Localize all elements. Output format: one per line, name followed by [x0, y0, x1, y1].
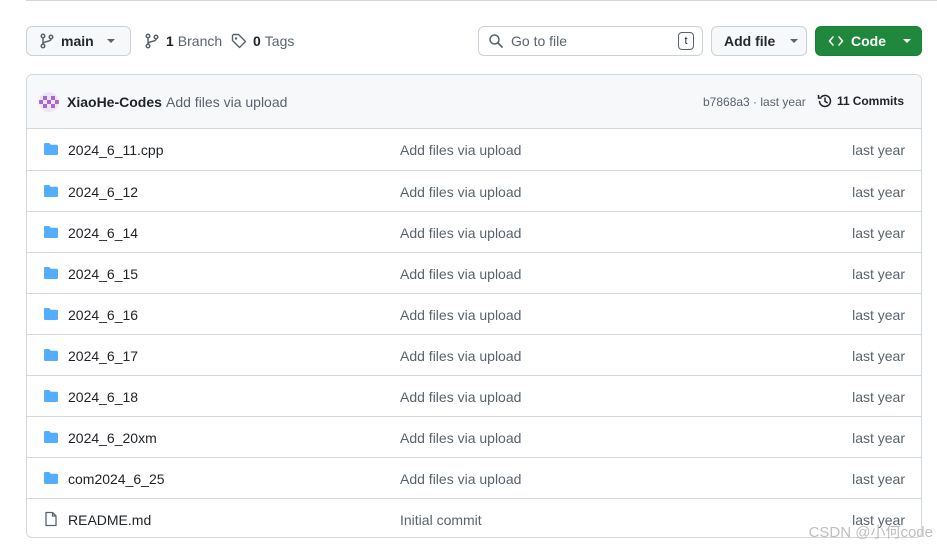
tags-count: 0 [253, 33, 261, 49]
file-commit-time: last year [852, 142, 905, 158]
file-browser: XiaoHe-Codes Add files via upload b7868a… [26, 74, 922, 538]
commit-author[interactable]: XiaoHe-Codes [67, 94, 162, 110]
folder-icon [43, 141, 59, 157]
code-brackets-icon [828, 33, 844, 49]
file-name-link[interactable]: 2024_6_11.cpp [68, 142, 164, 158]
repo-toolbar: main 1 Branch 0 Tags Go to file t Add fi… [26, 26, 922, 58]
go-to-file-placeholder: Go to file [511, 33, 568, 49]
file-row[interactable]: 2024_6_17 Add files via upload last year [27, 334, 921, 375]
file-commit-message[interactable]: Initial commit [400, 512, 482, 528]
file-commit-time: last year [852, 307, 905, 323]
file-commit-message[interactable]: Add files via upload [400, 266, 521, 282]
file-commit-time: last year [852, 471, 905, 487]
commit-message[interactable]: Add files via upload [166, 94, 287, 110]
commit-sha-time[interactable]: b7868a3 · last year [703, 95, 806, 109]
file-row[interactable]: 2024_6_18 Add files via upload last year [27, 375, 921, 416]
file-name-link[interactable]: 2024_6_15 [68, 266, 138, 282]
add-file-button[interactable]: Add file [711, 26, 807, 56]
file-name-link[interactable]: 2024_6_12 [68, 184, 138, 200]
file-list: 2024_6_11.cpp Add files via upload last ye… [27, 129, 921, 537]
file-commit-time: last year [852, 348, 905, 364]
file-commit-time: last year [852, 430, 905, 446]
file-row[interactable]: 2024_6_15 Add files via upload last year [27, 252, 921, 293]
file-name-link[interactable]: 2024_6_20xm [68, 430, 157, 446]
file-row[interactable]: com2024_6_25 Add files via upload last yea… [27, 457, 921, 498]
file-commit-message[interactable]: Add files via upload [400, 430, 521, 446]
file-row[interactable]: 2024_6_11.cpp Add files via upload last ye… [27, 129, 921, 170]
file-commit-time: last year [852, 266, 905, 282]
file-row[interactable]: 2024_6_12 Add files via upload last year [27, 170, 921, 211]
git-branch-icon [39, 33, 55, 49]
branches-link[interactable]: 1 Branch [144, 26, 222, 56]
folder-icon [43, 470, 59, 486]
file-commit-message[interactable]: Add files via upload [400, 184, 521, 200]
tag-icon [231, 33, 247, 49]
folder-icon [43, 306, 59, 322]
avatar[interactable] [39, 92, 59, 112]
folder-icon [43, 183, 59, 199]
file-commit-message[interactable]: Add files via upload [400, 348, 521, 364]
chevron-down-icon [106, 38, 116, 44]
file-commit-message[interactable]: Add files via upload [400, 225, 521, 241]
file-row[interactable]: README.md Initial commit last year [27, 498, 921, 537]
file-name-link[interactable]: com2024_6_25 [68, 471, 165, 487]
file-row[interactable]: 2024_6_16 Add files via upload last year [27, 293, 921, 334]
file-icon [43, 511, 59, 527]
top-divider [26, 0, 937, 1]
folder-icon [43, 224, 59, 240]
code-label: Code [851, 33, 886, 49]
chevron-down-icon [789, 38, 799, 44]
file-commit-message[interactable]: Add files via upload [400, 142, 521, 158]
branches-label: Branch [177, 33, 223, 49]
file-commit-time: last year [852, 389, 905, 405]
file-commit-time: last year [852, 184, 905, 200]
add-file-label: Add file [724, 33, 776, 49]
file-row[interactable]: 2024_6_14 Add files via upload last year [27, 211, 921, 252]
branch-selector-button[interactable]: main [26, 26, 131, 56]
tags-link[interactable]: 0 Tags [231, 26, 294, 56]
branches-count: 1 [166, 33, 174, 49]
file-commit-message[interactable]: Add files via upload [400, 307, 521, 323]
watermark: CSDN @小何code [808, 524, 933, 541]
commits-link[interactable]: 11 Commits [817, 93, 907, 109]
folder-icon [43, 265, 59, 281]
folder-icon [43, 429, 59, 445]
file-name-link[interactable]: 2024_6_14 [68, 225, 138, 241]
file-name-link[interactable]: 2024_6_18 [68, 389, 138, 405]
file-commit-time: last year [852, 225, 905, 241]
folder-icon [43, 388, 59, 404]
file-row[interactable]: 2024_6_20xm Add files via upload last year [27, 416, 921, 457]
file-name-link[interactable]: README.md [68, 512, 151, 528]
history-icon [817, 93, 833, 109]
commits-count: 11 [837, 94, 850, 108]
folder-icon [43, 347, 59, 363]
file-name-link[interactable]: 2024_6_16 [68, 307, 138, 323]
file-name-link[interactable]: 2024_6_17 [68, 348, 138, 364]
git-branch-icon [144, 33, 160, 49]
shortcut-key-hint: t [678, 32, 694, 50]
tags-label: Tags [264, 33, 295, 49]
search-icon [488, 33, 504, 49]
chevron-down-icon [902, 38, 912, 44]
go-to-file-input[interactable]: Go to file t [478, 26, 703, 56]
commits-label: Commits [852, 94, 905, 108]
branch-name: main [61, 33, 94, 49]
code-button[interactable]: Code [815, 26, 922, 56]
file-commit-message[interactable]: Add files via upload [400, 471, 521, 487]
file-commit-message[interactable]: Add files via upload [400, 389, 521, 405]
latest-commit-bar: XiaoHe-Codes Add files via upload b7868a… [27, 75, 921, 129]
